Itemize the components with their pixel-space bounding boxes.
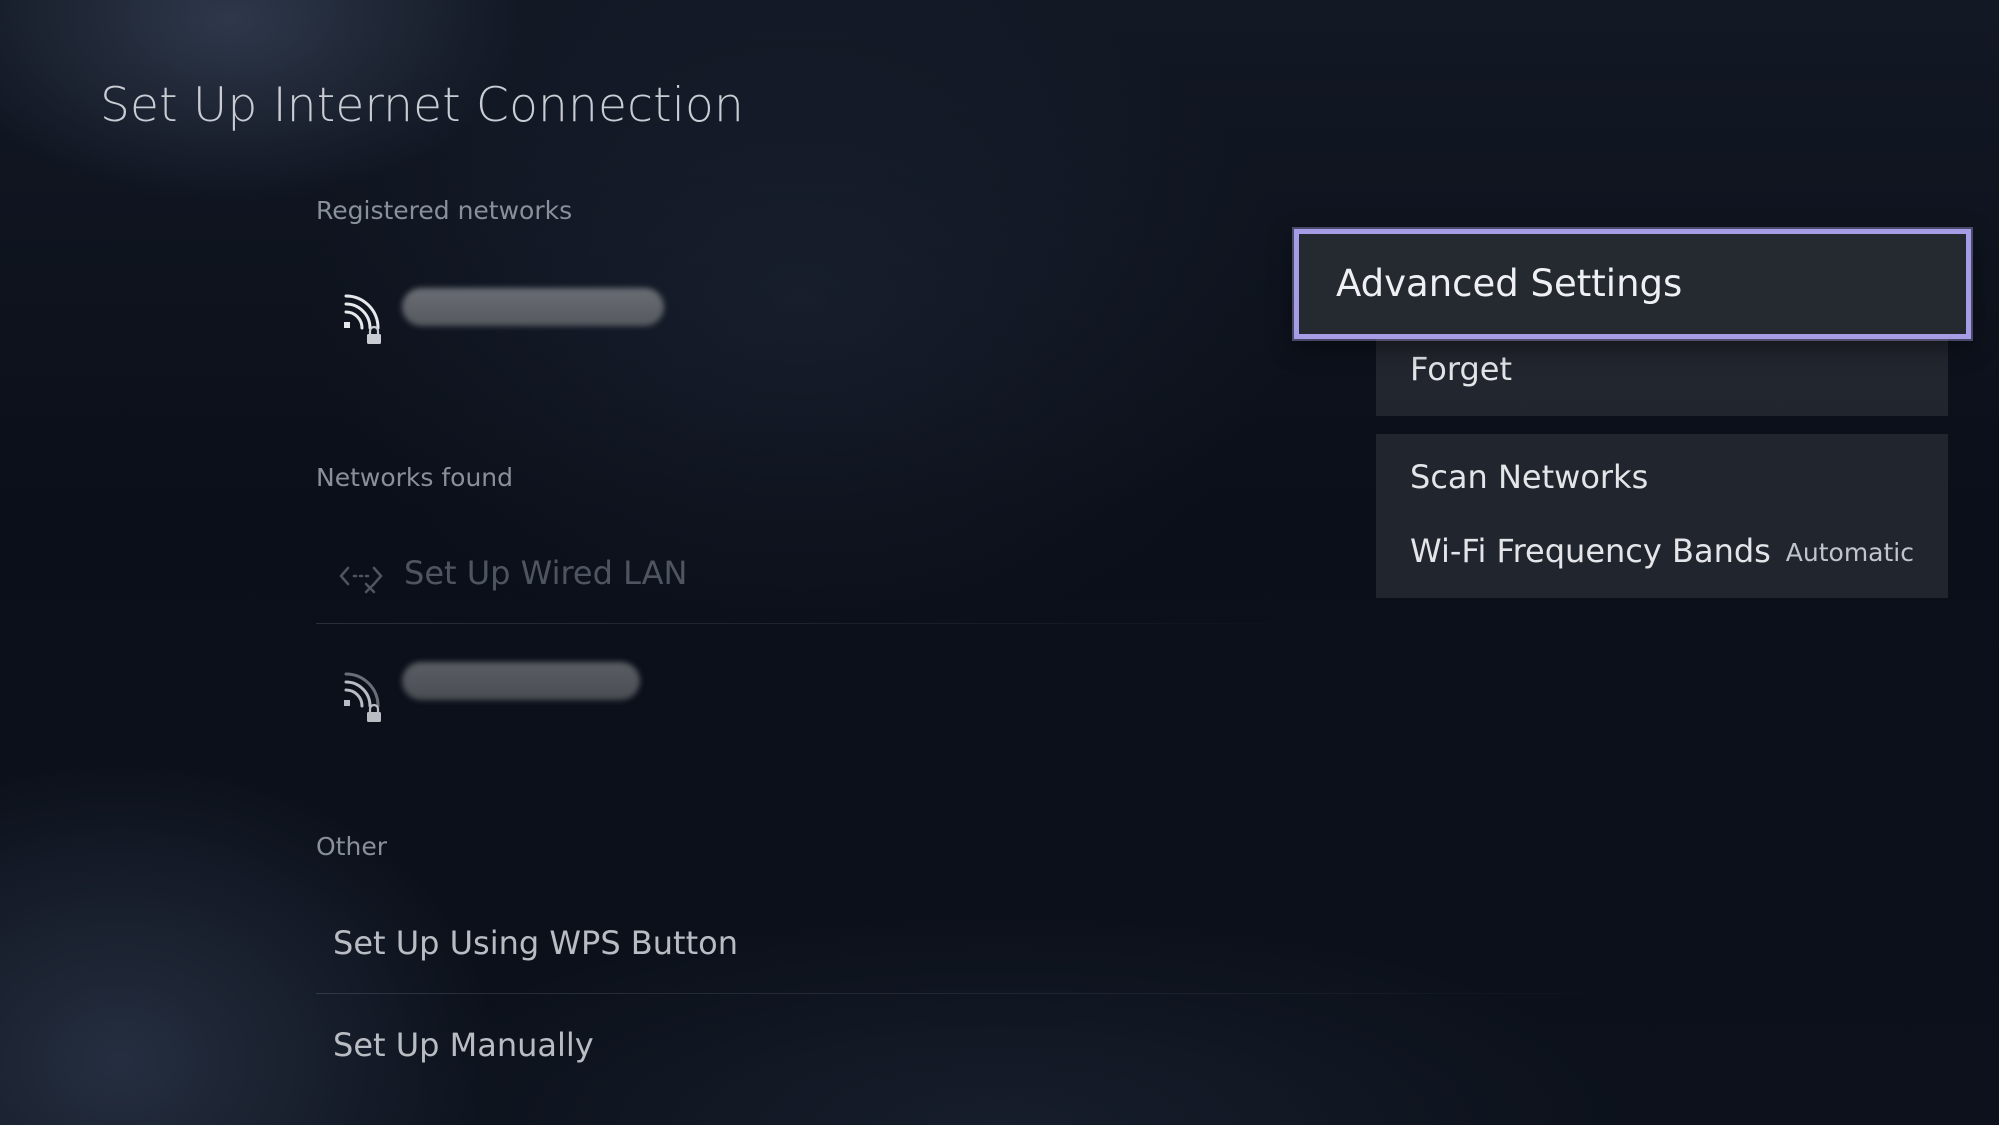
divider bbox=[316, 993, 1666, 994]
registered-network-row[interactable] bbox=[316, 268, 1316, 348]
wps-label: Set Up Using WPS Button bbox=[333, 924, 738, 962]
wired-lan-row[interactable]: Set Up Wired LAN bbox=[316, 536, 1316, 616]
options-menu-bottom-group: Scan Networks Wi-Fi Frequency Bands Auto… bbox=[1376, 434, 1948, 598]
menu-item-wifi-frequency-bands[interactable]: Wi-Fi Frequency Bands bbox=[1410, 532, 1771, 570]
networks-found-label: Networks found bbox=[316, 463, 514, 492]
found-network-row[interactable] bbox=[316, 642, 1316, 722]
registered-network-name-redacted bbox=[402, 288, 664, 326]
page-title: Set Up Internet Connection bbox=[100, 78, 744, 133]
registered-networks-label: Registered networks bbox=[316, 196, 573, 225]
screen: Set Up Internet Connection Registered ne… bbox=[0, 0, 1999, 1125]
menu-item-scan-networks[interactable]: Scan Networks bbox=[1410, 458, 1648, 496]
found-network-name-redacted bbox=[402, 662, 640, 700]
manual-setup-row[interactable]: Set Up Manually bbox=[316, 1006, 1316, 1086]
manual-setup-label: Set Up Manually bbox=[333, 1026, 594, 1064]
wifi-frequency-bands-value: Automatic bbox=[1785, 538, 1914, 567]
wifi-locked-icon bbox=[344, 294, 381, 344]
options-menu-top-group: Forget bbox=[1376, 330, 1948, 416]
wired-lan-label: Set Up Wired LAN bbox=[404, 554, 688, 592]
wired-lan-disconnected-icon bbox=[339, 566, 383, 594]
menu-item-advanced-settings[interactable]: Advanced Settings bbox=[1294, 229, 1971, 339]
other-label: Other bbox=[316, 832, 387, 861]
divider bbox=[316, 623, 1316, 624]
advanced-settings-label: Advanced Settings bbox=[1336, 262, 1683, 305]
menu-item-forget[interactable]: Forget bbox=[1410, 350, 1512, 388]
wps-row[interactable]: Set Up Using WPS Button bbox=[316, 902, 1316, 982]
wifi-locked-icon bbox=[344, 672, 381, 722]
